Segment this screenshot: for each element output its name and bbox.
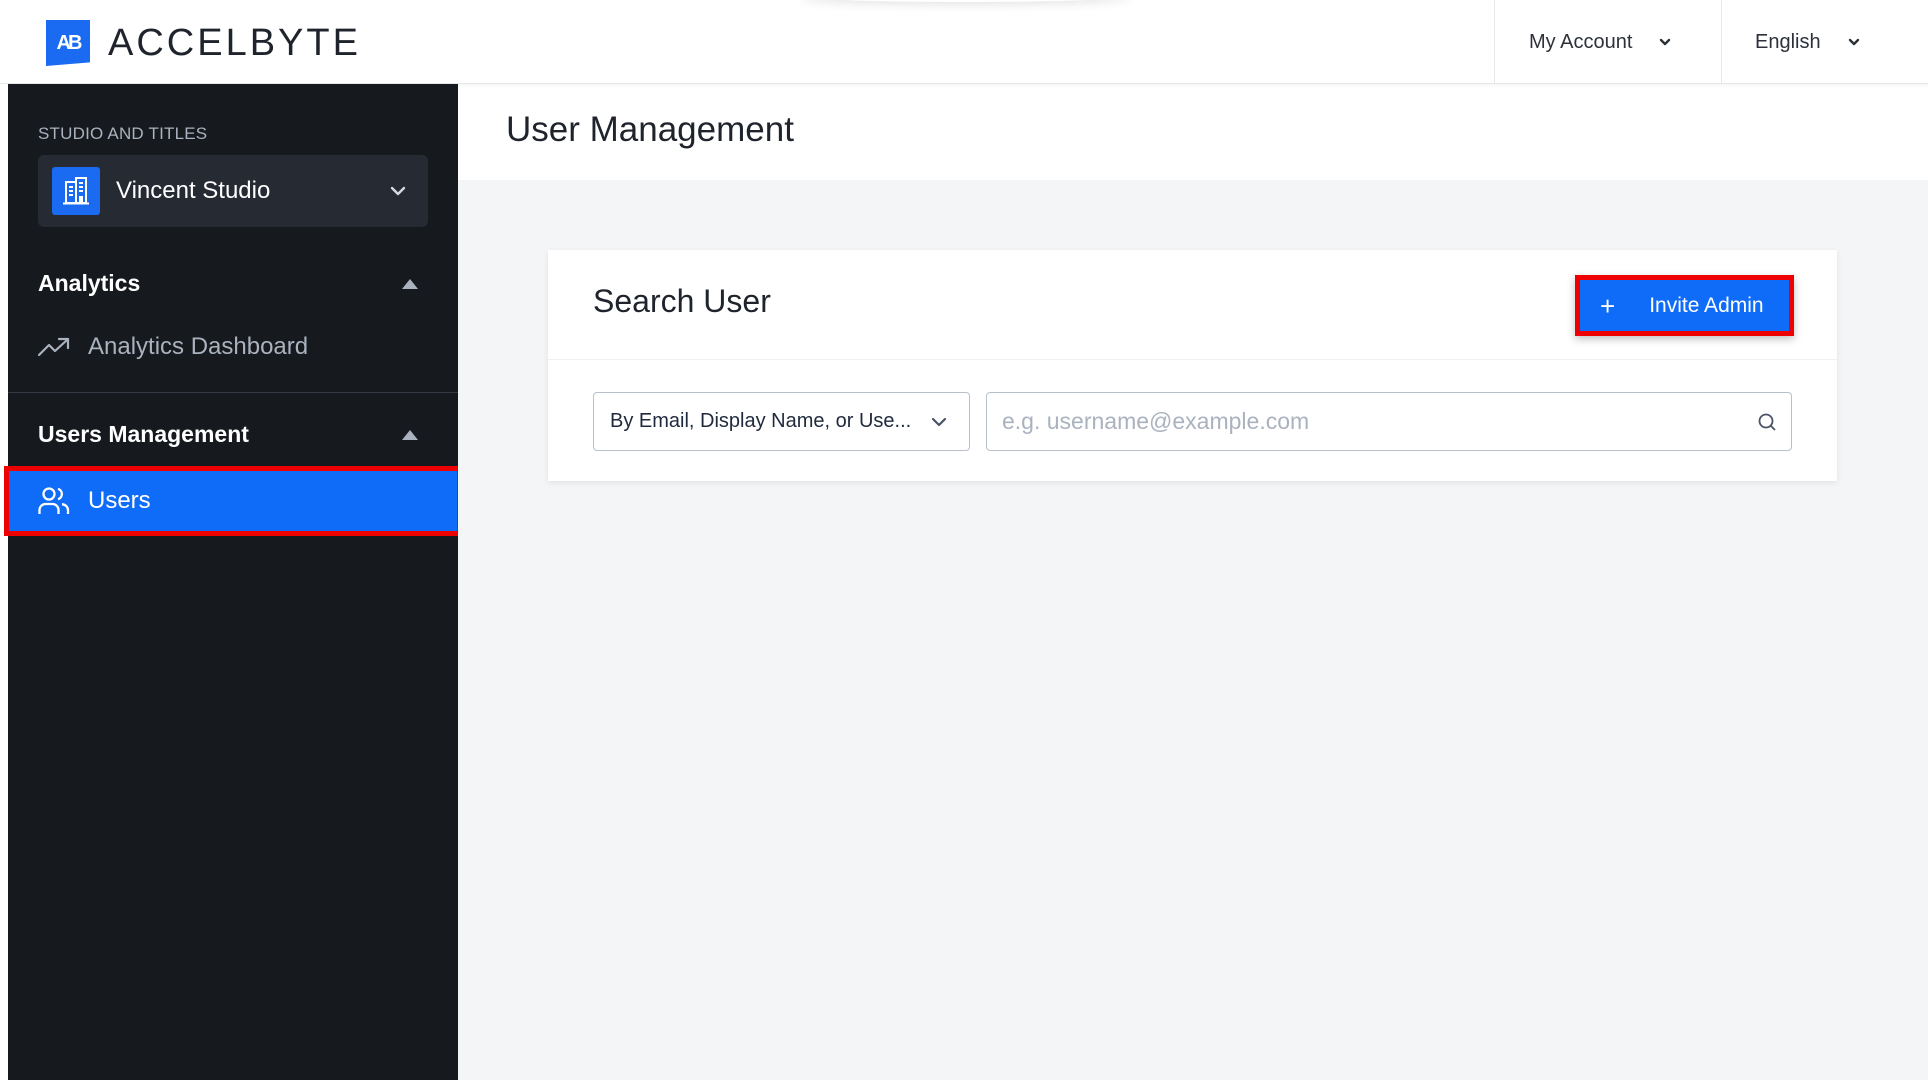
search-field [986,392,1792,451]
sidebar-divider [8,392,458,393]
sidebar-item-users[interactable]: Users [4,466,462,536]
nav-label: Analytics Dashboard [88,333,309,360]
building-icon [52,167,100,215]
chevron-down-icon [931,417,947,427]
studio-section-label: STUDIO AND TITLES [38,124,208,143]
trending-up-icon [38,331,70,363]
main-content: User Management Search User + Invite Adm… [458,84,1928,1080]
plus-icon: + [1600,290,1616,321]
search-filter-select[interactable]: By Email, Display Name, or Use... [593,392,970,451]
card-title: Search User [593,283,771,319]
search-filter-value: By Email, Display Name, or Use... [610,410,912,432]
chevron-down-icon [1660,38,1671,46]
search-user-card: Search User + Invite Admin By Email, Dis… [548,250,1837,481]
collapse-arrow-icon [402,429,418,440]
language-menu[interactable]: English [1721,0,1928,84]
card-header: Search User + Invite Admin [548,250,1837,360]
invite-admin-label: Invite Admin [1649,293,1764,317]
chevron-down-icon [390,186,406,196]
language-label: English [1755,30,1821,53]
invite-admin-button[interactable]: + Invite Admin [1575,275,1794,336]
page-title-bar: User Management [458,84,1928,180]
search-icon[interactable] [1757,412,1777,432]
logo-text: ACCELBYTE [108,21,361,64]
top-header: AB ACCELBYTE My Account English [0,0,1928,84]
collapse-arrow-icon [402,278,418,289]
nav-label: Users [88,487,151,514]
my-account-menu[interactable]: My Account [1494,0,1721,84]
search-input[interactable] [1002,408,1722,435]
my-account-label: My Account [1529,30,1633,53]
page-title: User Management [506,110,794,149]
users-icon [38,485,70,517]
studio-selector[interactable]: Vincent Studio [38,155,428,227]
header-shadow-decoration [800,0,1130,2]
section-title: Analytics [38,270,141,296]
sidebar-section-users-management[interactable]: Users Management [38,421,428,448]
accelbyte-logo[interactable]: AB ACCELBYTE [46,20,361,66]
chevron-down-icon [1848,38,1859,46]
sidebar-item-analytics-dashboard[interactable]: Analytics Dashboard [8,316,458,378]
sidebar: STUDIO AND TITLES Vincent Studio Analyti… [4,84,462,1080]
logo-mark-icon: AB [46,20,90,66]
studio-name: Vincent Studio [116,177,271,204]
sidebar-section-analytics[interactable]: Analytics [38,270,428,297]
section-title: Users Management [38,421,249,447]
